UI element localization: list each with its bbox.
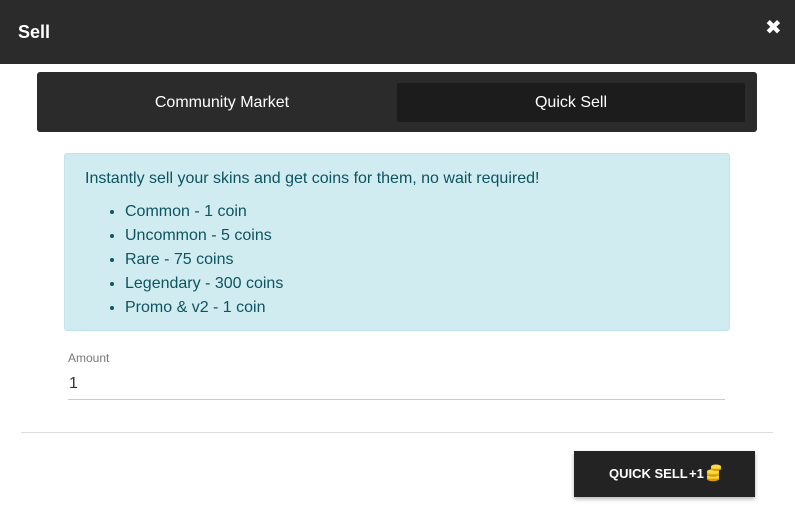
tab-community-market[interactable]: Community Market — [48, 83, 396, 122]
tab-bar: Community Market Quick Sell — [37, 72, 757, 132]
list-item: Uncommon - 5 coins — [125, 224, 283, 248]
modal-header: Sell ✖ — [0, 0, 795, 64]
coins-icon — [707, 464, 721, 482]
amount-label: Amount — [68, 351, 110, 365]
price-list: Common - 1 coin Uncommon - 5 coins Rare … — [125, 200, 283, 320]
divider — [21, 432, 773, 433]
amount-input[interactable] — [68, 369, 725, 400]
close-icon[interactable]: ✖ — [765, 18, 782, 38]
list-item: Promo & v2 - 1 coin — [125, 296, 283, 320]
tab-quick-sell[interactable]: Quick Sell — [397, 83, 745, 122]
info-alert: Instantly sell your skins and get coins … — [64, 153, 730, 331]
list-item: Common - 1 coin — [125, 200, 283, 224]
quick-sell-button[interactable]: QUICK SELL +1 — [574, 451, 755, 497]
info-intro: Instantly sell your skins and get coins … — [85, 170, 540, 187]
coin-bonus: +1 — [689, 466, 704, 481]
list-item: Rare - 75 coins — [125, 248, 283, 272]
list-item: Legendary - 300 coins — [125, 272, 283, 296]
modal-title: Sell — [18, 22, 51, 42]
quick-sell-label: QUICK SELL — [609, 466, 688, 481]
